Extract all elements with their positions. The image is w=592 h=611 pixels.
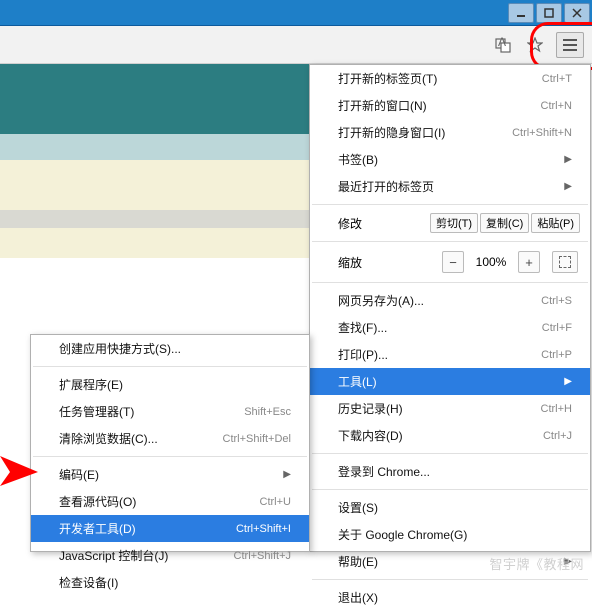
submenu-clear-data[interactable]: 清除浏览数据(C)...Ctrl+Shift+Del [31,425,309,452]
zoom-in-button[interactable]: + [518,251,540,273]
menu-incognito[interactable]: 打开新的隐身窗口(I)Ctrl+Shift+N [310,119,590,146]
menu-tools[interactable]: 工具(L)▶ [310,368,590,395]
copy-button[interactable]: 复制(C) [480,213,529,233]
paste-button[interactable]: 粘贴(P) [531,213,580,233]
close-button[interactable] [564,3,590,23]
menu-downloads[interactable]: 下载内容(D)Ctrl+J [310,422,590,449]
chevron-right-icon: ▶ [564,376,572,387]
separator [312,204,588,205]
hamburger-menu-button[interactable] [556,32,584,58]
menu-bookmarks[interactable]: 书签(B)▶ [310,146,590,173]
submenu-dev-tools[interactable]: 开发者工具(D)Ctrl+Shift+I [31,515,309,542]
submenu-encoding[interactable]: 编码(E)▶ [31,461,309,488]
submenu-js-console[interactable]: JavaScript 控制台(J)Ctrl+Shift+J [31,542,309,569]
submenu-inspect[interactable]: 检查设备(I) [31,569,309,596]
zoom-out-button[interactable]: − [442,251,464,273]
separator [33,456,307,457]
separator [312,241,588,242]
main-menu: 打开新的标签页(T)Ctrl+T 打开新的窗口(N)Ctrl+N 打开新的隐身窗… [309,64,591,552]
menu-exit[interactable]: 退出(X) [310,584,590,611]
menu-save-as[interactable]: 网页另存为(A)...Ctrl+S [310,287,590,314]
svg-text:A: A [498,37,506,49]
menu-recent-tabs[interactable]: 最近打开的标签页▶ [310,173,590,200]
menu-find[interactable]: 查找(F)...Ctrl+F [310,314,590,341]
menu-new-window[interactable]: 打开新的窗口(N)Ctrl+N [310,92,590,119]
window-titlebar [0,0,592,26]
menu-signin[interactable]: 登录到 Chrome... [310,458,590,485]
menu-new-tab[interactable]: 打开新的标签页(T)Ctrl+T [310,65,590,92]
chevron-right-icon: ▶ [564,556,572,567]
tools-submenu: 创建应用快捷方式(S)... 扩展程序(E) 任务管理器(T)Shift+Esc… [30,334,310,552]
chevron-right-icon: ▶ [283,469,291,480]
separator [312,453,588,454]
separator [33,366,307,367]
cut-button[interactable]: 剪切(T) [430,213,478,233]
submenu-create-shortcut[interactable]: 创建应用快捷方式(S)... [31,335,309,362]
fullscreen-button[interactable] [552,251,578,273]
submenu-extensions[interactable]: 扩展程序(E) [31,371,309,398]
menu-history[interactable]: 历史记录(H)Ctrl+H [310,395,590,422]
maximize-button[interactable] [536,3,562,23]
zoom-value: 100% [470,255,512,269]
menu-about[interactable]: 关于 Google Chrome(G) [310,521,590,548]
submenu-view-source[interactable]: 查看源代码(O)Ctrl+U [31,488,309,515]
menu-edit-row: 修改 剪切(T) 复制(C) 粘贴(P) [310,209,590,237]
separator [312,579,588,580]
separator [312,489,588,490]
separator [312,282,588,283]
chevron-right-icon: ▶ [564,154,572,165]
menu-zoom-row: 缩放 − 100% + [310,246,590,278]
minimize-button[interactable] [508,3,534,23]
menu-print[interactable]: 打印(P)...Ctrl+P [310,341,590,368]
chevron-right-icon: ▶ [564,181,572,192]
favorite-icon[interactable] [524,34,546,56]
browser-toolbar: A [0,26,592,64]
menu-help[interactable]: 帮助(E)▶ [310,548,590,575]
submenu-task-manager[interactable]: 任务管理器(T)Shift+Esc [31,398,309,425]
menu-settings[interactable]: 设置(S) [310,494,590,521]
translate-icon[interactable]: A [492,34,514,56]
